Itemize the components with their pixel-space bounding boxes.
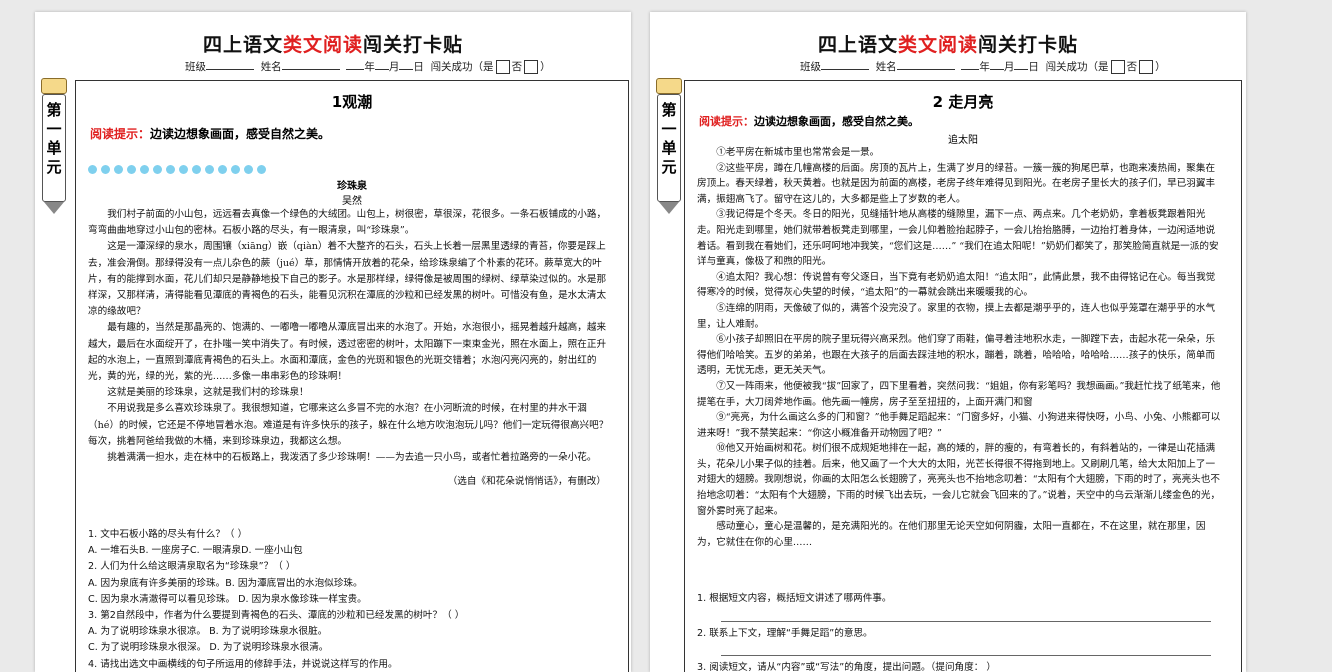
paragraph: 感动童心，童心是温馨的，是充满阳光的。在他们那里无论天空如何阴霾，太阳一直都在，… <box>697 521 1206 548</box>
unit-label: 第一单元 <box>42 94 66 202</box>
paragraph: ①老平房在新城市里也常常会是一景。 <box>716 147 880 158</box>
paragraph: ⑩他又开始画树和花。树们很不成规矩地排在一起，高的矮的，胖的瘦的，有弯着长的，有… <box>697 443 1221 517</box>
paragraph: ⑦又一阵雨来，他便被我“拔”回家了，四下里看着，突然问我：“姐姐，你有彩笔吗？我… <box>697 380 1221 408</box>
question-item: 1. 文中石板小路的尽头有什么？（ ） <box>88 529 248 540</box>
question-item: 2. 人们为什么给这眼清泉取名为“珍珠泉”？（ ） <box>88 561 296 573</box>
question-item: 3. 第2自然段中，作者为什么要提到青褐色的石头、潭底的沙粒和已经发黑的树叶？（… <box>88 610 465 622</box>
paragraph: 不用说我是多么喜欢珍珠泉了。我很想知道，它哪来这么多冒不完的水泡？在小河断流的时… <box>88 403 609 447</box>
paragraph: 挑着满满一担水，走在林中的石板路上，我泼洒了多少珍珠啊！——为去追一只小鸟，或者… <box>107 452 597 464</box>
paragraph: 这就是美丽的珍珠泉，这就是我们村的珍珠泉！ <box>107 387 309 399</box>
worksheet-page-1: 四上语文类文阅读闯关打卡贴 班级 姓名 年月日 闯关成功（是否） 第一单元 1观… <box>35 12 631 672</box>
article-title: 追太阳 <box>948 135 978 146</box>
paragraph: ②这些平房，蹲在几幢高楼的后面。房顶的瓦片上，生满了岁月的绿苔。一簇一簇的狗尾巴… <box>697 162 1216 205</box>
no-checkbox[interactable] <box>1139 60 1154 74</box>
yes-checkbox[interactable] <box>495 60 510 74</box>
unit-label: 第一单元 <box>657 94 681 202</box>
page-title: 四上语文类文阅读闯关打卡贴 <box>817 34 1079 56</box>
unit-tab: 第一单元 <box>41 78 67 222</box>
arrow-down-icon <box>44 202 64 214</box>
source-note: （选自《和花朵说悄悄话》，有删改） <box>447 476 606 488</box>
paragraph: 这是一潭深绿的泉水，周围镶（xiāng）嵌（qiàn）着不大整齐的石头，石头上长… <box>88 241 607 318</box>
dot-divider <box>88 159 328 174</box>
lesson-title: 2 走月亮 <box>932 93 994 111</box>
arrow-down-icon <box>659 202 679 214</box>
worksheet-page-2: 四上语文类文阅读闯关打卡贴 班级 姓名 年月日 闯关成功（是否） 第一单元 2 … <box>650 12 1246 672</box>
question-item: 1. 根据短文内容，概括短文讲述了哪两件事。 <box>697 593 892 604</box>
student-info-row: 班级 姓名 年月日 闯关成功（是否） <box>800 60 1166 74</box>
paragraph: 我们村子前面的小山包，远远看去真像一个绿色的大绒团。山包上，树很密，草很深，花很… <box>88 209 607 237</box>
yes-checkbox[interactable] <box>1110 60 1125 74</box>
clip-icon <box>656 78 682 94</box>
paragraph: ④追太阳？我心想：传说曾有夸父逐日，当下竟有老奶奶追太阳！“追太阳”，此情此景，… <box>697 271 1216 299</box>
article-body: 我们村子前面的小山包，远远看去真像一个绿色的大绒团。山包上，树很密，草很深，花很… <box>88 207 612 490</box>
question-item: 2. 联系上下文，理解“手舞足蹈”的意思。 <box>697 628 873 639</box>
answer-line[interactable] <box>721 621 1211 622</box>
reading-frame: 1观潮 阅读提示：边读边想象画面，感受自然之美。 珍珠泉 吴然 我们村子前面的小… <box>75 80 629 672</box>
reading-frame: 2 走月亮 阅读提示：边读边想象画面，感受自然之美。 追太阳 ①老平房在新城市里… <box>684 80 1242 672</box>
article-title: 珍珠泉 <box>337 181 367 192</box>
unit-tab: 第一单元 <box>656 78 682 222</box>
question-item: C. 为了说明珍珠泉水很深。 D. 为了说明珍珠泉水很清。 <box>88 642 329 654</box>
reading-tip: 阅读提示：边读边想象画面，感受自然之美。 <box>699 115 919 128</box>
answer-line[interactable] <box>721 655 1211 656</box>
paragraph: ⑤连绵的阴雨，天像破了似的，满答个没完没了。家里的衣物，摸上去都是潮乎乎的，连人… <box>697 302 1216 330</box>
question-list: 1. 文中石板小路的尽头有什么？（ ） A. 一堆石头B. 一座房子C. 一眼清… <box>88 527 618 672</box>
reading-tip: 阅读提示：边读边想象画面，感受自然之美。 <box>90 127 331 141</box>
clip-icon <box>41 78 67 94</box>
article-body: ①老平房在新城市里也常常会是一景。 ②这些平房，蹲在几幢高楼的后面。房顶的瓦片上… <box>697 145 1223 550</box>
lesson-title: 1观潮 <box>331 93 373 111</box>
paragraph: ⑥小孩子却照旧在平房的院子里玩得兴高采烈。他们穿了雨鞋，偏寻着洼地积水走，一脚蹚… <box>697 334 1216 377</box>
no-checkbox[interactable] <box>524 60 539 74</box>
student-info-row: 班级 姓名 年月日 闯关成功（是否） <box>185 60 551 74</box>
question-item: C. 因为泉水清澈得可以看见珍珠。 D. 因为泉水像珍珠一样宝贵。 <box>88 593 367 605</box>
paragraph: ⑨“亮亮，为什么画这么多的门和窗？”他手舞足蹈起来：“门窗多好，小猫、小狗进来得… <box>697 412 1221 439</box>
question-item: A. 为了说明珍珠泉水很凉。 B. 为了说明珍珠泉水很脏。 <box>88 626 328 638</box>
question-item: A. 因为泉底有许多美丽的珍珠。B. 因为潭底冒出的水泡似珍珠。 <box>88 577 363 589</box>
paragraph: 最有趣的，当然是那晶亮的、饱满的、一嘟噜一嘟噜从潭底冒出来的水泡了。开始，水泡很… <box>88 322 607 383</box>
article-author: 吴然 <box>342 196 362 207</box>
page-title: 四上语文类文阅读闯关打卡贴 <box>202 34 464 56</box>
question-item: A. 一堆石头B. 一座房子C. 一眼清泉D. 一座小山包 <box>88 545 303 557</box>
question-item: 4. 请找出选文中画横线的句子所运用的修辞手法，并说说这样写的作用。 <box>88 658 398 670</box>
paragraph: ③我记得是个冬天。冬日的阳光，见缝插针地从高楼的缝隙里，漏下一点、两点来。几个老… <box>697 209 1219 268</box>
question-item: 3. 阅读短文，请从“内容”或“写法”的角度，提出问题。（提问角度： ） <box>697 662 996 672</box>
